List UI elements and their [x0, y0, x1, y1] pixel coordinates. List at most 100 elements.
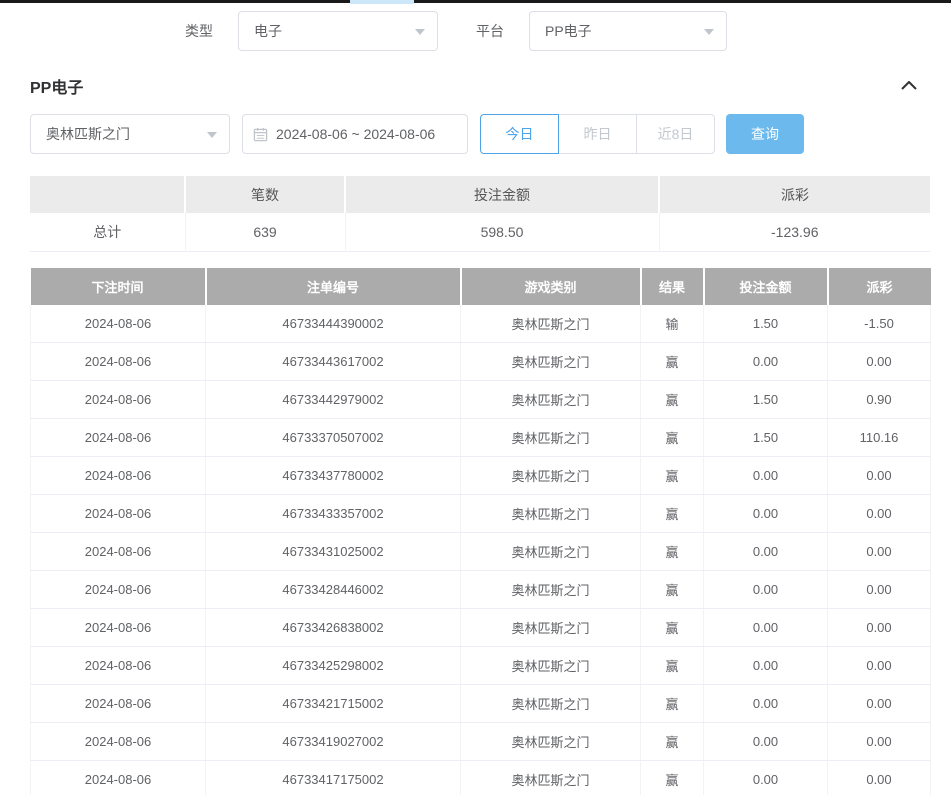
platform-select-value: PP电子 [545, 21, 592, 41]
cell-bet-amount: 0.00 [704, 343, 828, 381]
type-select-value: 电子 [254, 21, 282, 41]
active-tab-indicator [350, 0, 414, 4]
cell-payout: 0.00 [828, 685, 931, 723]
quick-range-today-button[interactable]: 今日 [480, 114, 559, 154]
date-range-value: 2024-08-06 ~ 2024-08-06 [276, 126, 435, 142]
cell-payout: 0.90 [828, 381, 931, 419]
cell-result: 输 [641, 305, 704, 343]
table-row: 2024-08-06 46733428446002 奥林匹斯之门 赢 0.00 … [31, 571, 931, 609]
quick-range-last8days-button[interactable]: 近8日 [636, 114, 715, 154]
cell-payout: 0.00 [828, 495, 931, 533]
summary-total-payout: -123.96 [659, 213, 930, 251]
table-row: 2024-08-06 46733426838002 奥林匹斯之门 赢 0.00 … [31, 609, 931, 647]
cell-bet-amount: 1.50 [704, 381, 828, 419]
cell-payout: 0.00 [828, 457, 931, 495]
summary-header-bet-amount: 投注金额 [345, 176, 659, 213]
cell-bet-time: 2024-08-06 [31, 647, 206, 685]
cell-game-type: 奥林匹斯之门 [461, 685, 641, 723]
cell-game-type: 奥林匹斯之门 [461, 571, 641, 609]
summary-header-payout: 派彩 [659, 176, 930, 213]
platform-select[interactable]: PP电子 [529, 11, 727, 51]
cell-game-type: 奥林匹斯之门 [461, 723, 641, 761]
cell-result: 赢 [641, 343, 704, 381]
cell-result: 赢 [641, 609, 704, 647]
platform-label: 平台 [476, 21, 504, 41]
table-row: 2024-08-06 46733443617002 奥林匹斯之门 赢 0.00 … [31, 343, 931, 381]
game-select[interactable]: 奥林匹斯之门 [30, 114, 230, 154]
records-header-game-type: 游戏类别 [461, 268, 641, 305]
cell-bet-time: 2024-08-06 [31, 343, 206, 381]
cell-result: 赢 [641, 761, 704, 795]
cell-bet-amount: 0.00 [704, 685, 828, 723]
summary-table: 笔数 投注金额 派彩 总计 639 598.50 -123.96 [30, 176, 930, 252]
cell-result: 赢 [641, 647, 704, 685]
cell-order-id: 46733431025002 [206, 533, 461, 571]
cell-bet-time: 2024-08-06 [31, 419, 206, 457]
search-button[interactable]: 查询 [726, 114, 804, 154]
collapse-button[interactable] [898, 78, 920, 94]
section-header: PP电子 [30, 75, 930, 96]
cell-result: 赢 [641, 457, 704, 495]
summary-total-count: 639 [185, 213, 345, 251]
type-label: 类型 [185, 21, 213, 41]
cell-game-type: 奥林匹斯之门 [461, 305, 641, 343]
table-row: 2024-08-06 46733417175002 奥林匹斯之门 赢 0.00 … [31, 761, 931, 795]
cell-order-id: 46733433357002 [206, 495, 461, 533]
quick-range-yesterday-button[interactable]: 昨日 [558, 114, 637, 154]
table-row: 2024-08-06 46733442979002 奥林匹斯之门 赢 1.50 … [31, 381, 931, 419]
cell-order-id: 46733443617002 [206, 343, 461, 381]
type-select[interactable]: 电子 [238, 11, 438, 51]
cell-result: 赢 [641, 419, 704, 457]
cell-order-id: 46733417175002 [206, 761, 461, 795]
records-header-bet-amount: 投注金额 [704, 268, 828, 305]
cell-bet-time: 2024-08-06 [31, 571, 206, 609]
cell-game-type: 奥林匹斯之门 [461, 761, 641, 795]
cell-payout: 0.00 [828, 609, 931, 647]
cell-bet-time: 2024-08-06 [31, 305, 206, 343]
cell-game-type: 奥林匹斯之门 [461, 381, 641, 419]
cell-result: 赢 [641, 533, 704, 571]
cell-order-id: 46733421715002 [206, 685, 461, 723]
page: 类型 电子 平台 PP电子 PP电子 奥林匹斯之门 [0, 0, 951, 795]
date-range-input[interactable]: 2024-08-06 ~ 2024-08-06 [242, 114, 468, 154]
type-platform-filter-row: 类型 电子 平台 PP电子 [0, 11, 951, 51]
records-header-payout: 派彩 [828, 268, 931, 305]
table-row: 2024-08-06 46733433357002 奥林匹斯之门 赢 0.00 … [31, 495, 931, 533]
cell-game-type: 奥林匹斯之门 [461, 609, 641, 647]
cell-result: 赢 [641, 381, 704, 419]
cell-bet-amount: 0.00 [704, 723, 828, 761]
cell-bet-time: 2024-08-06 [31, 723, 206, 761]
cell-payout: 0.00 [828, 533, 931, 571]
records-header-bet-time: 下注时间 [31, 268, 206, 305]
cell-order-id: 46733419027002 [206, 723, 461, 761]
cell-bet-time: 2024-08-06 [31, 495, 206, 533]
cell-order-id: 46733437780002 [206, 457, 461, 495]
cell-payout: 110.16 [828, 419, 931, 457]
cell-order-id: 46733444390002 [206, 305, 461, 343]
cell-bet-amount: 0.00 [704, 457, 828, 495]
cell-game-type: 奥林匹斯之门 [461, 343, 641, 381]
cell-result: 赢 [641, 571, 704, 609]
cell-game-type: 奥林匹斯之门 [461, 647, 641, 685]
chevron-down-icon [704, 29, 714, 35]
main-content: PP电子 奥林匹斯之门 [0, 75, 951, 795]
chevron-down-icon [415, 29, 425, 35]
section-title: PP电子 [30, 74, 83, 98]
cell-game-type: 奥林匹斯之门 [461, 533, 641, 571]
table-row: 2024-08-06 46733437780002 奥林匹斯之门 赢 0.00 … [31, 457, 931, 495]
cell-bet-amount: 0.00 [704, 571, 828, 609]
table-row: 2024-08-06 46733419027002 奥林匹斯之门 赢 0.00 … [31, 723, 931, 761]
cell-payout: -1.50 [828, 305, 931, 343]
cell-bet-amount: 0.00 [704, 533, 828, 571]
cell-order-id: 46733370507002 [206, 419, 461, 457]
cell-bet-amount: 0.00 [704, 647, 828, 685]
game-select-value: 奥林匹斯之门 [46, 124, 130, 144]
cell-order-id: 46733426838002 [206, 609, 461, 647]
cell-bet-amount: 1.50 [704, 419, 828, 457]
cell-bet-amount: 1.50 [704, 305, 828, 343]
table-row: 2024-08-06 46733421715002 奥林匹斯之门 赢 0.00 … [31, 685, 931, 723]
chevron-down-icon [207, 132, 217, 138]
cell-payout: 0.00 [828, 571, 931, 609]
table-row: 2024-08-06 46733370507002 奥林匹斯之门 赢 1.50 … [31, 419, 931, 457]
cell-order-id: 46733425298002 [206, 647, 461, 685]
